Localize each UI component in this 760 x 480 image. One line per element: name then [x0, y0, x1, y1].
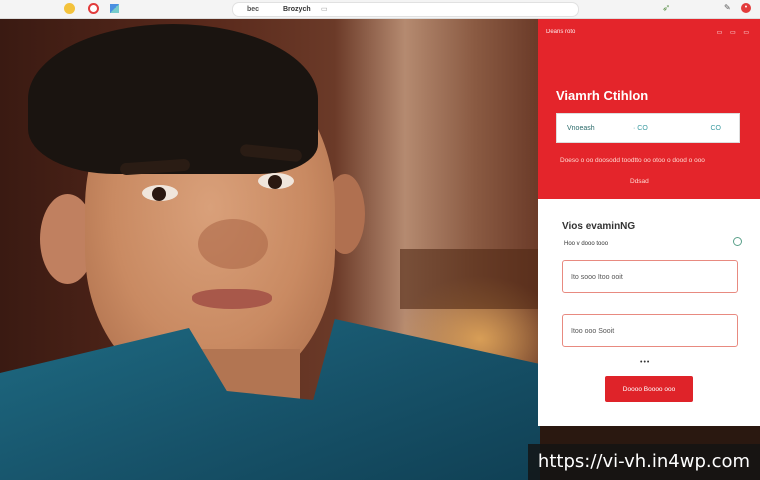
login-form-panel: Vios evaminNG Hoo v dooo tooo Ito sooo I… — [538, 199, 760, 426]
url-segment: ▭ — [321, 6, 328, 13]
yellow-circle-icon[interactable] — [64, 3, 75, 14]
form-title: Vios evaminNG — [562, 221, 636, 232]
search-value: Vnoeash — [567, 125, 595, 132]
bird-icon[interactable]: ➶ — [662, 3, 670, 14]
form-subtitle: Hoo v dooo tooo — [564, 241, 609, 247]
form-field-1[interactable]: Ito sooo Itoo ooit — [562, 260, 738, 293]
watermark-url: https://vi-vh.in4wp.com — [528, 444, 760, 480]
red-ring-icon[interactable] — [88, 3, 99, 14]
search-tag: CO — [710, 125, 722, 132]
photo-eye — [258, 173, 294, 189]
submit-button[interactable]: Doooo Boooo ooo — [605, 376, 693, 402]
photo-eye — [142, 185, 178, 201]
search-tag: · CO — [633, 125, 648, 132]
photo-mouth — [192, 289, 272, 309]
tab-favicon-icon[interactable] — [110, 4, 119, 13]
header-icons[interactable]: ▭ ▭ ▭ — [717, 29, 752, 36]
header-link[interactable]: Ddsad — [630, 178, 649, 185]
header-description: Doeso o oo doosodd toodtto oo otoo o doo… — [560, 157, 705, 164]
radio-toggle[interactable] — [733, 237, 742, 246]
photo-nose — [198, 219, 268, 269]
hero-photo — [0, 19, 540, 480]
form-field-2[interactable]: Itoo ooo Sooit — [562, 314, 738, 347]
url-segment: Brozych — [283, 6, 311, 13]
pagination-dots[interactable]: ••• — [640, 359, 650, 366]
field-placeholder: Itoo ooo Sooit — [571, 328, 615, 335]
address-bar[interactable]: bec Brozych ▭ — [232, 2, 579, 17]
promo-header-panel: Deans roto ▭ ▭ ▭ Viamrh Ctihlon Vnoeash … — [538, 19, 760, 199]
notification-badge-icon[interactable]: • — [741, 3, 751, 13]
field-placeholder: Ito sooo Itoo ooit — [571, 274, 623, 281]
search-input[interactable]: Vnoeash · CO CO — [556, 113, 740, 143]
header-small-label: Deans roto — [546, 29, 576, 35]
hook-icon[interactable]: ✎ — [724, 3, 731, 12]
url-segment: bec — [247, 6, 260, 13]
background-shelf — [400, 249, 540, 309]
panel-title: Viamrh Ctihlon — [556, 88, 649, 103]
browser-toolbar: bec Brozych ▭ ➶ ✎ • — [0, 0, 760, 19]
